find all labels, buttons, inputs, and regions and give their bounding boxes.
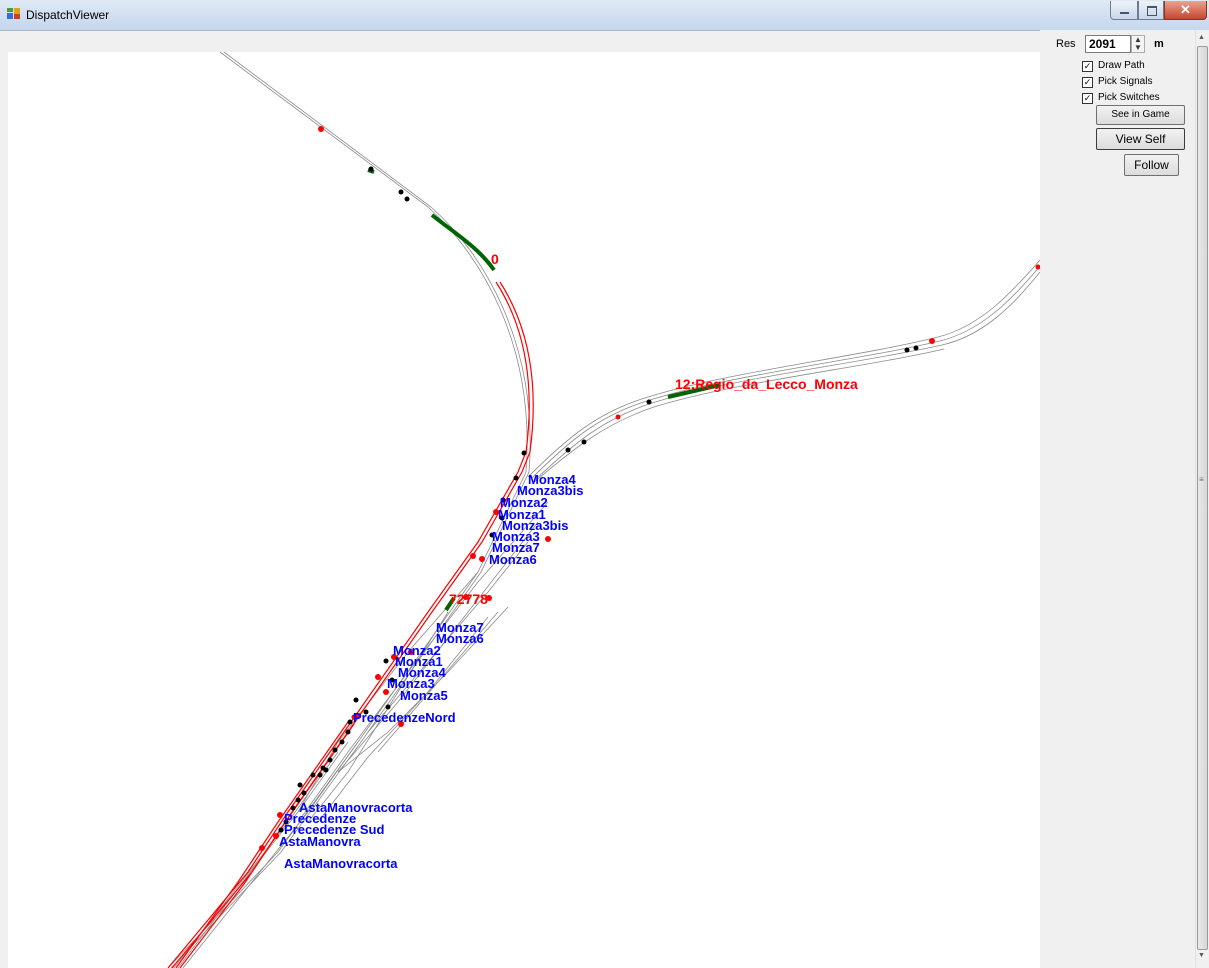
res-spinner[interactable]: ▲ ▼: [1131, 35, 1145, 53]
res-input[interactable]: 2091: [1085, 35, 1131, 53]
station-label: Monza6: [489, 552, 537, 567]
pick-signals-checkbox[interactable]: ✓ Pick Signals: [1082, 76, 1152, 88]
maximize-button[interactable]: [1138, 1, 1164, 20]
minimize-button[interactable]: [1110, 1, 1138, 20]
train-label: 12:Regio_da_Lecco_Monza: [675, 376, 858, 392]
app-icon: [7, 8, 20, 19]
checkbox-check-icon[interactable]: ✓: [1082, 77, 1093, 88]
train-label: 0: [491, 251, 499, 267]
track-diagram[interactable]: 0 12:Regio_da_Lecco_Monza 72778 Monza4 M…: [8, 52, 1040, 968]
checkbox-label: Draw Path: [1098, 60, 1145, 71]
res-label: Res: [1056, 38, 1076, 50]
scroll-up-icon[interactable]: ▲: [1198, 34, 1205, 41]
scrollbar-thumb[interactable]: [1197, 46, 1208, 950]
minimize-icon: [1120, 12, 1129, 14]
checkbox-check-icon[interactable]: ✓: [1082, 93, 1093, 104]
signal-markers[interactable]: [259, 126, 1040, 851]
checkbox-check-icon[interactable]: ✓: [1082, 61, 1093, 72]
vertical-scrollbar[interactable]: ▲ ≡ ▼: [1195, 30, 1209, 968]
checkbox-label: Pick Switches: [1098, 92, 1160, 103]
scroll-down-icon[interactable]: ▼: [1198, 952, 1205, 959]
dispatch-map[interactable]: 0 12:Regio_da_Lecco_Monza 72778 Monza4 M…: [8, 52, 1040, 968]
draw-path-checkbox[interactable]: ✓ Draw Path: [1082, 60, 1145, 72]
spinner-down-icon[interactable]: ▼: [1132, 44, 1144, 52]
close-button[interactable]: ✕: [1164, 1, 1207, 20]
control-panel: Res 2091 ▲ ▼ m ✓ Draw Path ✓ Pick Signals …: [1040, 30, 1195, 968]
checkbox-label: Pick Signals: [1098, 76, 1153, 87]
station-label: AstaManovracorta: [284, 856, 398, 871]
station-label: PrecedenzeNord: [353, 710, 456, 725]
map-labels: 0 12:Regio_da_Lecco_Monza 72778 Monza4 M…: [279, 251, 858, 871]
pick-switches-checkbox[interactable]: ✓ Pick Switches: [1082, 92, 1160, 104]
window-title: DispatchViewer: [26, 8, 110, 22]
title-bar: DispatchViewer ✕: [0, 0, 1209, 31]
see-in-game-button[interactable]: See in Game: [1096, 105, 1185, 125]
scroll-grip-icon: ≡: [1199, 475, 1204, 484]
close-icon: ✕: [1180, 2, 1191, 17]
station-label: Monza5: [400, 688, 448, 703]
res-unit: m: [1154, 38, 1164, 50]
follow-button[interactable]: Follow: [1124, 154, 1179, 176]
train-label: 72778: [449, 591, 488, 607]
occupied-segments: [367, 168, 721, 612]
view-self-button[interactable]: View Self: [1096, 128, 1185, 150]
maximize-icon: [1147, 6, 1157, 16]
station-label: AstaManovra: [279, 834, 361, 849]
station-label: Monza6: [436, 631, 484, 646]
